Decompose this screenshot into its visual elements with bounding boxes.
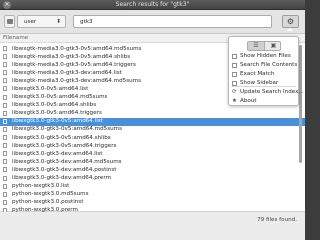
list-view-icon[interactable]: ☰ (248, 42, 265, 50)
file-name: libwxgtk3.0-gtk3-dev:amd64.prerm (12, 175, 112, 181)
file-name: libwxgtk3.0-gtk3-dev:amd64.postinst (12, 166, 117, 173)
file-icon (3, 46, 7, 51)
chevron-updown-icon: ⬍ (55, 18, 61, 25)
file-icon (3, 78, 7, 84)
file-row[interactable]: python-wxgtk3.0.postinst (0, 199, 305, 207)
file-row[interactable]: libwxgtk3.0-gtk3-0v5:amd64.list (0, 117, 305, 126)
search-window: ✕ Search results for "gtk3" user ⬍ gtk3 … (0, 0, 305, 240)
menu-item-label: Show Hidden Files (240, 53, 291, 59)
file-icon (3, 118, 7, 124)
search-input[interactable]: gtk3 (73, 15, 272, 28)
menu-item-search-contents[interactable]: Search File Contents (231, 61, 298, 70)
settings-button[interactable]: ⚙ (282, 15, 299, 28)
checkbox[interactable] (232, 71, 237, 77)
file-icon (3, 199, 7, 205)
file-name: libwxgtk3.0-gtk3-0v5:amd64.md5sums (12, 126, 123, 133)
file-row[interactable]: libwxgtk3.0-gtk3-dev:amd64.list (0, 150, 305, 158)
column-header-label: Filename (3, 35, 29, 41)
file-name: python-wxgtk3.0.md5sums (12, 191, 89, 198)
toolbar: user ⬍ gtk3 ⚙ (0, 10, 305, 34)
file-icon (3, 126, 7, 132)
file-row[interactable]: libwxgtk3.0-gtk3-dev:amd64.md5sums (0, 158, 305, 166)
file-icon (3, 143, 7, 149)
settings-popover: ☰ ▣ Show Hidden Files Search File Conten… (228, 36, 304, 106)
file-row[interactable]: libwxgtk3.0-gtk3-dev:amd64.prerm (0, 175, 305, 183)
file-name: python-wxgtk3.0.list (12, 183, 70, 190)
status-bar: 79 files found. (0, 212, 305, 240)
file-row[interactable]: python-wxgtk3.0.list (0, 183, 305, 191)
location-label: user (24, 19, 37, 25)
file-name: libwxgtk-media3.0-gtk3-dev:amd64.list (12, 69, 122, 76)
menu-item-label: Search File Contents (240, 62, 298, 68)
file-icon (3, 183, 7, 189)
menu-item-label: About (240, 98, 257, 104)
search-text: gtk3 (80, 19, 93, 25)
star-icon: ★ (232, 97, 238, 104)
file-icon (3, 175, 7, 181)
file-icon (3, 62, 7, 68)
menu-item-exact-match[interactable]: Exact Match (231, 70, 298, 79)
title-bar: ✕ Search results for "gtk3" (0, 0, 305, 10)
popover-caret (287, 28, 293, 31)
file-name: libwxgtk3.0-0v5:amd64.list (12, 85, 89, 92)
refresh-icon: ⟳ (232, 88, 237, 95)
file-icon (3, 86, 7, 92)
file-icon (3, 151, 7, 157)
window-title: Search results for "gtk3" (115, 1, 190, 8)
menu-item-label: Update Search Index... (240, 89, 304, 95)
menu-item-label: Exact Match (240, 71, 275, 77)
file-row[interactable]: libwxgtk3.0-gtk3-0v5:amd64.triggers (0, 142, 305, 150)
file-name: libwxgtk3.0-0v5:amd64.triggers (12, 110, 102, 117)
file-name: libwxgtk-media3.0-gtk3-0v5:amd64.shlibs (12, 53, 131, 60)
file-name: libwxgtk3.0-gtk3-dev:amd64.list (12, 150, 103, 157)
thumbnail-view-icon[interactable]: ▣ (265, 42, 282, 50)
location-select[interactable]: user ⬍ (17, 15, 66, 28)
file-row[interactable]: libwxgtk3.0-0v5:amd64.triggers (0, 110, 305, 118)
file-name: libwxgtk3.0-0v5:amd64.md5sums (12, 94, 108, 101)
view-toggle: ☰ ▣ (247, 41, 281, 51)
file-name: libwxgtk3.0-gtk3-0v5:amd64.shlibs (12, 134, 111, 141)
file-row[interactable]: libwxgtk3.0-gtk3-dev:amd64.postinst (0, 166, 305, 174)
file-name: libwxgtk3.0-gtk3-dev:amd64.md5sums (12, 158, 122, 165)
file-row[interactable]: python-wxgtk3.0.md5sums (0, 191, 305, 199)
menu-separator (231, 86, 296, 87)
file-row[interactable]: libwxgtk3.0-gtk3-0v5:amd64.shlibs (0, 134, 305, 142)
file-name: libwxgtk3.0-gtk3-0v5:amd64.list (12, 118, 103, 125)
file-icon (3, 70, 7, 76)
menu-item-update-index[interactable]: ⟳ Update Search Index... (231, 88, 304, 97)
file-icon (3, 159, 7, 165)
file-icon (3, 54, 7, 60)
scrollbar-thumb[interactable] (299, 45, 302, 163)
file-name: libwxgtk-media3.0-gtk3-0v5:amd64.md5sums (12, 45, 142, 52)
file-name: libwxgtk-media3.0-gtk3-0v5:amd64.trigger… (12, 61, 136, 68)
file-row[interactable]: libwxgtk3.0-gtk3-0v5:amd64.md5sums (0, 126, 305, 134)
file-icon (3, 94, 7, 100)
gear-icon: ⚙ (286, 17, 295, 26)
results-count: 79 files found. (257, 217, 297, 223)
checkbox[interactable] (232, 62, 237, 68)
menu-item-about[interactable]: ★ About (231, 97, 298, 106)
file-name: python-wxgtk3.0.postinst (12, 199, 84, 206)
file-name: libwxgtk-media3.0-gtk3-dev:amd64.md5sums (12, 77, 142, 84)
folder-button[interactable] (4, 15, 15, 28)
checkbox[interactable] (232, 80, 237, 86)
file-icon (3, 191, 7, 197)
file-name: libwxgtk3.0-0v5:amd64.shlibs (12, 102, 97, 109)
file-name: libwxgtk3.0-gtk3-0v5:amd64.triggers (12, 142, 117, 149)
menu-item-show-hidden[interactable]: Show Hidden Files (231, 52, 298, 61)
checkbox[interactable] (232, 53, 237, 59)
folder-icon (7, 19, 13, 24)
file-icon (3, 102, 7, 108)
file-icon (3, 110, 7, 116)
file-icon (3, 167, 7, 173)
file-icon (3, 135, 7, 141)
